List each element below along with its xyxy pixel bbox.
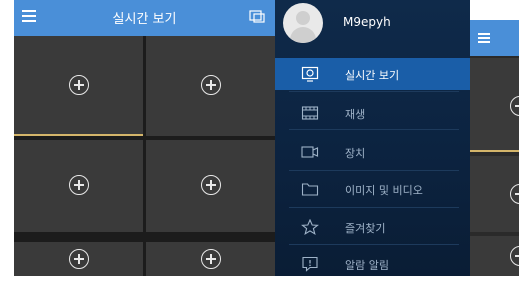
background-live-view-panel xyxy=(470,20,519,276)
channel-cell-1[interactable] xyxy=(14,36,143,136)
page-title: 실시간 보기 xyxy=(112,12,177,27)
menu-item-alarm-notifications[interactable]: 알람 알림 xyxy=(275,248,470,276)
menu-item-label: 즐겨찾기 xyxy=(345,222,386,235)
star-icon xyxy=(301,219,319,235)
add-channel-icon[interactable] xyxy=(201,249,221,269)
channel-cell-5[interactable] xyxy=(14,242,143,276)
menu-item-live-view[interactable]: 실시간 보기 xyxy=(275,58,470,90)
menu-item-label: 이미지 및 비디오 xyxy=(345,184,423,197)
menu-item-label: 재생 xyxy=(345,108,366,121)
menu-item-label: 장치 xyxy=(345,147,366,160)
background-channel-cell xyxy=(470,156,519,232)
channel-cell-6[interactable] xyxy=(146,242,275,276)
menu-item-favorites[interactable]: 즐겨찾기 xyxy=(275,211,470,243)
screen-cast-icon[interactable] xyxy=(249,10,265,23)
navigation-drawer: M9epyh 실시간 보기 재생 장치 이미지 및 비디오 즐겨찾기 알람 알림 xyxy=(275,0,470,276)
background-channel-cell xyxy=(470,58,519,152)
add-channel-icon[interactable] xyxy=(69,175,89,195)
live-view-icon xyxy=(301,66,319,82)
menu-item-devices[interactable]: 장치 xyxy=(275,136,470,168)
background-header xyxy=(470,20,519,56)
folder-icon xyxy=(301,183,319,196)
menu-item-label: 알람 알림 xyxy=(345,259,389,272)
avatar[interactable] xyxy=(283,3,323,43)
add-channel-icon xyxy=(510,184,519,204)
username: M9epyh xyxy=(343,15,391,29)
add-channel-icon[interactable] xyxy=(69,249,89,269)
add-channel-icon[interactable] xyxy=(201,175,221,195)
channel-cell-4[interactable] xyxy=(146,140,275,232)
device-icon xyxy=(301,146,319,158)
menu-item-images-videos[interactable]: 이미지 및 비디오 xyxy=(275,173,470,205)
playback-film-icon xyxy=(301,106,319,120)
alarm-message-icon xyxy=(302,256,318,272)
live-view-header: 실시간 보기 xyxy=(14,0,275,36)
menu-item-playback[interactable]: 재생 xyxy=(275,97,470,129)
menu-item-label: 실시간 보기 xyxy=(345,69,400,82)
menu-icon xyxy=(478,33,490,43)
user-profile[interactable]: M9epyh xyxy=(275,0,470,50)
add-channel-icon xyxy=(510,246,519,266)
channel-cell-3[interactable] xyxy=(14,140,143,232)
live-view-panel: 실시간 보기 xyxy=(14,0,275,276)
add-channel-icon[interactable] xyxy=(201,75,221,95)
background-channel-cell xyxy=(470,236,519,276)
add-channel-icon xyxy=(510,96,519,116)
add-channel-icon[interactable] xyxy=(69,75,89,95)
channel-cell-2[interactable] xyxy=(146,36,275,136)
